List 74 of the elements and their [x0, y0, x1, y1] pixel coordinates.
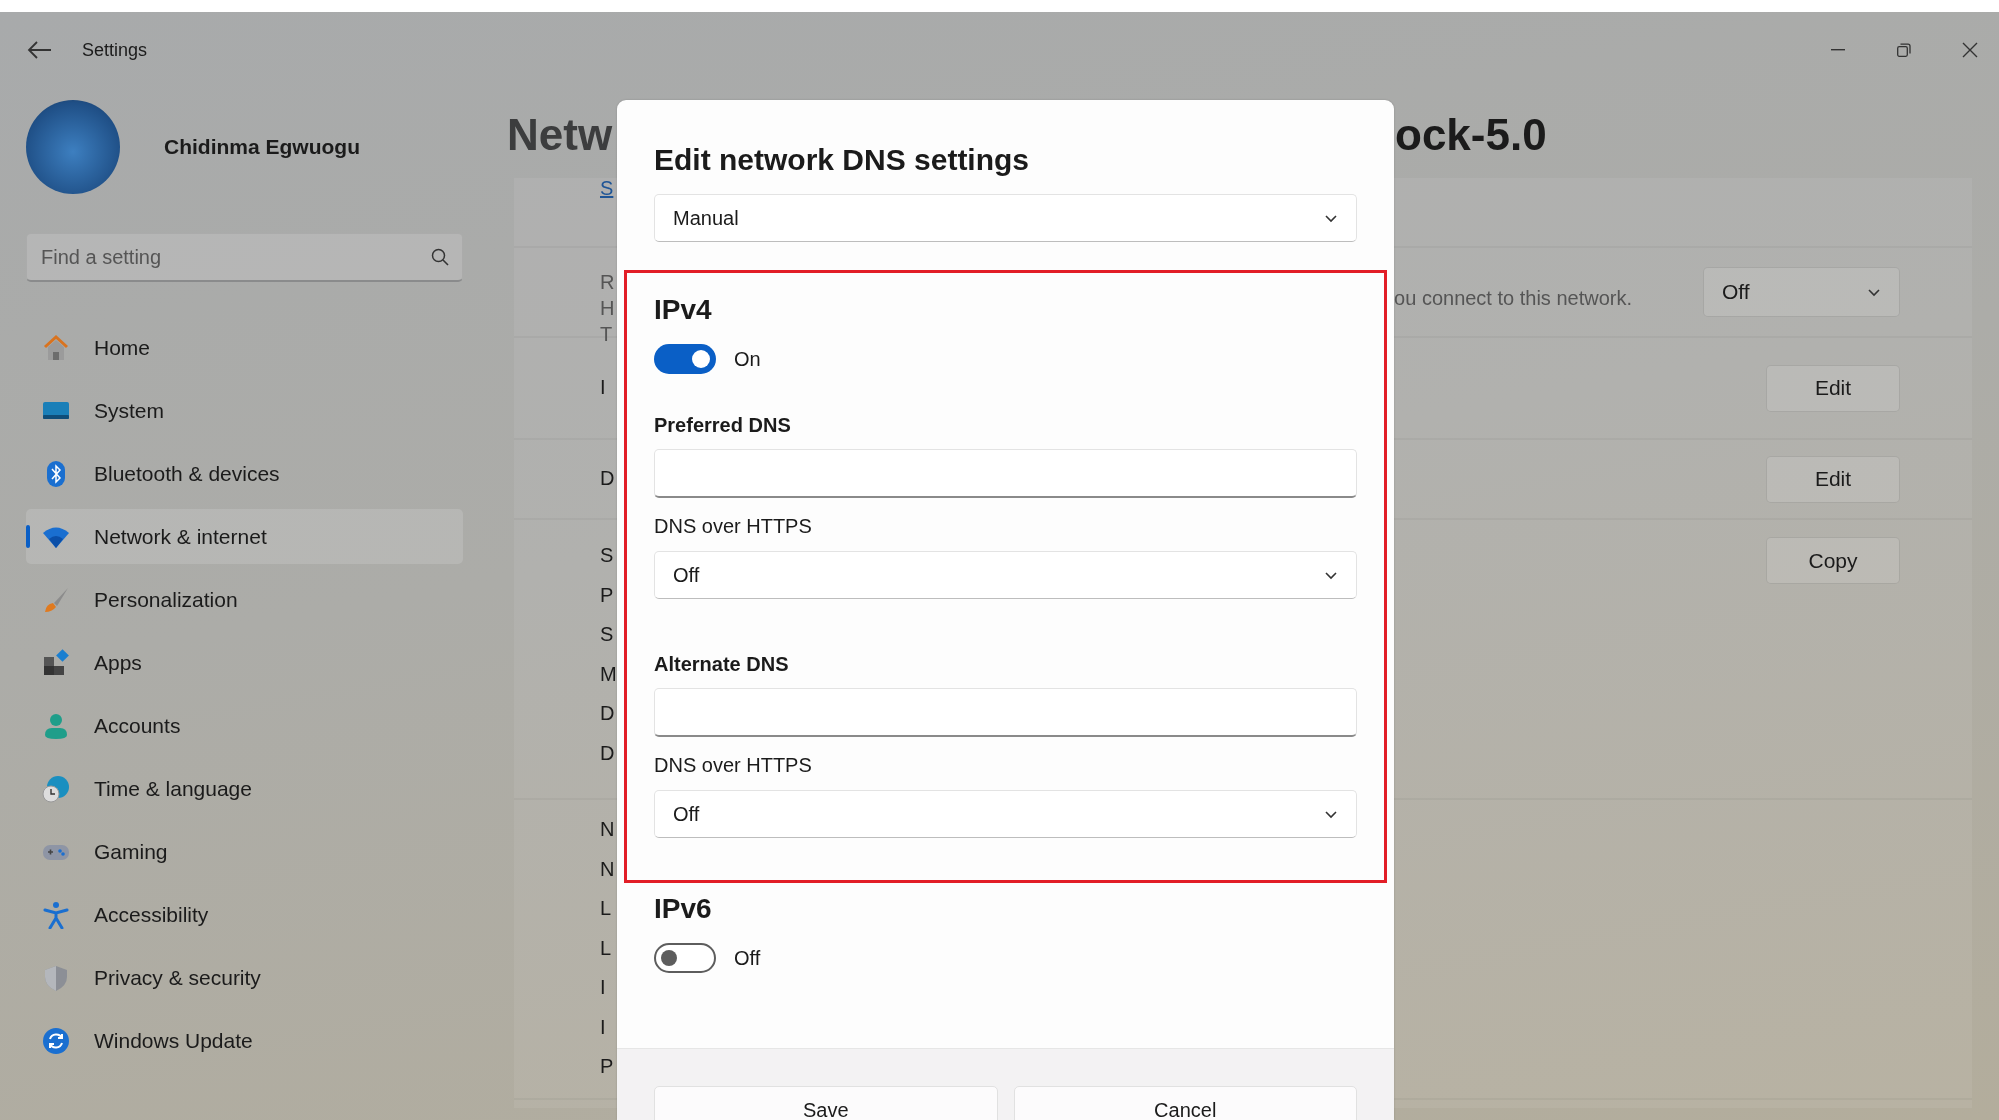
cancel-button[interactable]: Cancel — [1013, 1086, 1357, 1120]
setting-label: I — [600, 375, 606, 401]
sidebar-item[interactable]: Personalization — [26, 572, 463, 627]
setting-label: D — [600, 466, 615, 492]
setting-label: I — [600, 975, 606, 1000]
refresh-icon — [42, 1026, 70, 1055]
sidebar-item[interactable]: Accessibility — [26, 887, 463, 942]
action-button[interactable]: Edit — [1766, 364, 1900, 412]
dropdown[interactable]: Off — [654, 551, 1357, 599]
chevron-down-icon — [1324, 213, 1338, 223]
toggle-label: On — [734, 347, 761, 372]
field-label: Preferred DNS — [654, 413, 792, 438]
apps-icon — [42, 648, 70, 677]
sidebar-item[interactable]: System — [26, 383, 463, 438]
sidebar-item[interactable]: Accounts — [26, 698, 463, 753]
link[interactable]: S — [600, 169, 614, 209]
home-icon — [42, 333, 70, 362]
setting-label: P — [600, 582, 614, 608]
section-heading: IPv4 — [654, 293, 713, 327]
setting-label: R — [600, 270, 615, 295]
page-title: Netw — [507, 110, 613, 159]
input-field[interactable] — [654, 449, 1357, 498]
dropdown[interactable]: Off — [654, 790, 1357, 838]
field-label: Alternate DNS — [654, 652, 790, 677]
chevron-down-icon — [1867, 287, 1881, 297]
sidebar-item[interactable]: Apps — [26, 635, 463, 690]
setting-label: L — [600, 935, 612, 961]
toggle-switch[interactable] — [654, 943, 716, 973]
setting-label: P — [600, 1054, 614, 1079]
setting-label: S — [600, 622, 614, 647]
toggle-switch[interactable] — [654, 344, 716, 374]
setting-description: H — [600, 296, 615, 321]
user-name: Chidinma Egwuogu — [164, 134, 360, 161]
setting-description: T — [600, 322, 613, 347]
back-arrow-icon — [26, 40, 52, 60]
chevron-down-icon — [1324, 809, 1338, 819]
page-title: ock-5.0 — [1395, 109, 1547, 161]
close-icon — [1962, 42, 1978, 58]
sidebar-item[interactable]: Bluetooth & devices — [26, 446, 463, 501]
sidebar-item[interactable]: Gaming — [26, 824, 463, 879]
setting-label: M — [600, 661, 617, 687]
action-button[interactable]: Copy — [1766, 537, 1900, 584]
dropdown[interactable]: Off — [1703, 267, 1900, 317]
toggle-label: Off — [734, 946, 761, 971]
minimize-icon — [1831, 49, 1845, 51]
setting-label: D — [600, 740, 615, 766]
input-field[interactable] — [654, 688, 1357, 737]
setting-label: S — [600, 543, 614, 568]
chevron-down-icon — [1324, 570, 1338, 580]
save-button[interactable]: Save — [654, 1086, 998, 1120]
setting-label: L — [600, 896, 612, 921]
sidebar-item[interactable]: Home — [26, 320, 463, 375]
dialog-title: Edit network DNS settings — [654, 142, 1031, 178]
sidebar-item[interactable]: Time & language — [26, 761, 463, 816]
window-title: Settings — [82, 38, 148, 62]
accessibility-icon — [42, 900, 70, 929]
restore-icon — [1897, 43, 1911, 57]
field-label: DNS over HTTPS — [654, 514, 813, 539]
sidebar-item[interactable]: Windows Update — [26, 1013, 463, 1068]
search-icon — [431, 248, 449, 266]
globe-clock-icon — [42, 774, 70, 803]
setting-label: I — [600, 1014, 606, 1040]
shield-icon — [42, 963, 70, 992]
setting-label: N — [600, 817, 615, 842]
sidebar-item[interactable]: Network & internet — [26, 509, 463, 564]
setting-description: ou connect to this network. — [1394, 286, 1632, 311]
sidebar-item[interactable]: Privacy & security — [26, 950, 463, 1005]
field-label: DNS over HTTPS — [654, 753, 813, 778]
person-icon — [42, 711, 70, 740]
setting-label: N — [600, 856, 615, 882]
mode-dropdown[interactable]: Manual — [654, 194, 1357, 242]
action-button[interactable]: Edit — [1766, 455, 1900, 503]
section-heading: IPv6 — [654, 892, 713, 926]
setting-label: D — [600, 701, 615, 726]
